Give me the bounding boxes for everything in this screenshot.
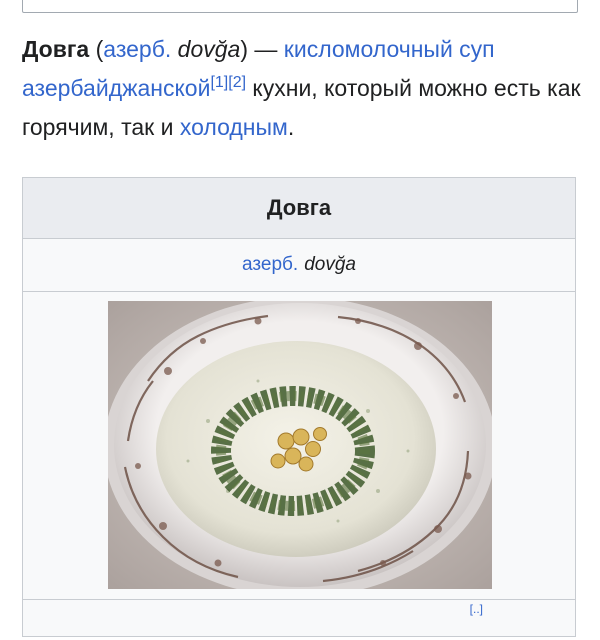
infobox-caption-row: [..]: [23, 600, 575, 640]
language-link-azerbaijani[interactable]: азерб.: [103, 36, 171, 62]
native-name: dovğa: [177, 36, 241, 62]
dovga-soup-photo[interactable]: [108, 301, 492, 589]
reference-1[interactable]: [1]: [210, 74, 228, 91]
infobox: Довга азерб. dovğa [..]: [22, 177, 576, 637]
infobox-native-name: dovğa: [304, 254, 356, 275]
lead-text-open-paren: (: [89, 36, 104, 62]
article-term: Довга: [22, 36, 90, 62]
reference-2[interactable]: [2]: [228, 74, 246, 91]
caption-reference[interactable]: [..]: [470, 602, 483, 616]
lead-paragraph: Довга (азерб. dovğa) — кисломолочный суп…: [22, 30, 582, 147]
link-cold[interactable]: холодным: [180, 114, 288, 140]
infobox-language-link[interactable]: азерб.: [242, 254, 298, 276]
infobox-title: Довга: [23, 178, 575, 239]
link-azerbaijani-cuisine[interactable]: азербайджанской: [22, 75, 210, 101]
infobox-native-name-row: азерб. dovğa: [23, 239, 575, 292]
lead-text-period: .: [287, 114, 295, 140]
infobox-image-row: [23, 292, 575, 600]
previous-section-box: [22, 0, 578, 13]
link-sour-milk-soup[interactable]: кисломолочный суп: [284, 36, 495, 62]
lead-text-dash: ) —: [240, 36, 284, 62]
